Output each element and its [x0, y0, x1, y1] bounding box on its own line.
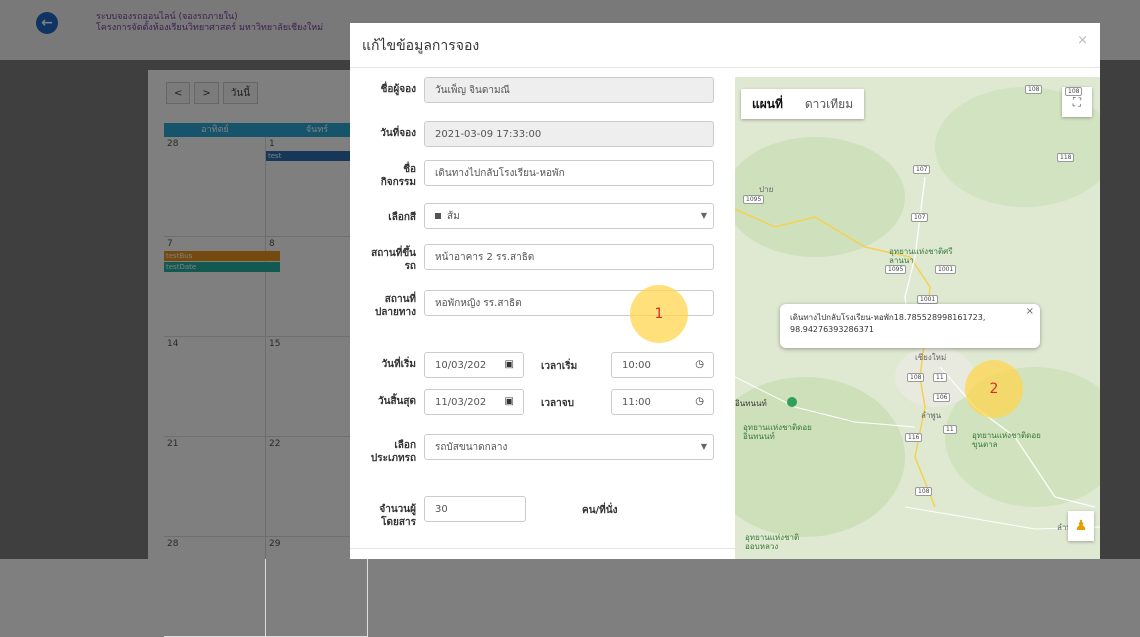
annotation-marker-2: 2: [965, 360, 1023, 418]
road-number: 1095: [885, 265, 907, 274]
map-tab-satellite[interactable]: ดาวเทียม: [794, 89, 864, 119]
road-number: 107: [911, 213, 929, 222]
map-place-label: อุทยานแห่งชาติดอยอินทนนท์: [743, 423, 812, 441]
booking-date-label: วันที่จอง: [380, 128, 416, 139]
start-date-value: 10/03/202: [435, 359, 487, 371]
map[interactable]: แผนที่ ดาวเทียม ⛶ อุทยานแห่งชาติศรีลานนา…: [735, 77, 1100, 559]
road-number: 11: [943, 425, 957, 434]
map-place-label: อุทยานแห่งชาติออบหลวง: [745, 533, 800, 551]
calendar-icon[interactable]: ▣: [505, 359, 514, 370]
road-number: 118: [1057, 153, 1075, 162]
color-swatch: [435, 213, 441, 219]
vehicle-label: เลือกประเภทรถ: [370, 440, 416, 464]
map-place-label: ลำพูน: [921, 411, 942, 420]
end-time-field[interactable]: 11:00 ◷: [611, 389, 714, 415]
color-label: เลือกสี: [388, 212, 416, 223]
clock-icon[interactable]: ◷: [695, 359, 704, 370]
color-select-value: ส้ม: [447, 210, 460, 222]
road-number: 1001: [917, 295, 939, 304]
booker-field[interactable]: วันเพ็ญ จินดามณี: [424, 77, 714, 103]
location-pin-icon[interactable]: [787, 397, 797, 407]
road-number: 108: [1065, 87, 1083, 96]
edit-booking-modal: แก้ไขข้อมูลการจอง × ชื่อผู้จอง วันเพ็ญ จ…: [350, 23, 1100, 559]
booking-date-field[interactable]: 2021-03-09 17:33:00: [424, 121, 714, 147]
passengers-unit: คน/ที่นั่ง: [582, 505, 618, 516]
start-date-label: วันที่เริ่ม: [381, 359, 416, 370]
annotation-marker-1: 1: [630, 285, 688, 343]
road-number: 106: [933, 393, 951, 402]
map-info-window: เดินทางไปกลับโรงเรียน-หอพัก18.7855289981…: [780, 304, 1040, 348]
map-place-label: อุทยานแห่งชาติศรีลานนา: [889, 247, 953, 265]
chevron-down-icon: ▼: [700, 442, 707, 451]
modal-title: แก้ไขข้อมูลการจอง: [362, 38, 480, 54]
calendar-icon[interactable]: ▣: [505, 396, 514, 407]
start-time-field[interactable]: 10:00 ◷: [611, 352, 714, 378]
color-select[interactable]: ส้ม ▼: [424, 203, 714, 229]
map-place-label: ปาย: [759, 185, 774, 194]
end-date-field[interactable]: 11/03/202 ▣: [424, 389, 524, 415]
end-date-label: วันสิ้นสุด: [378, 396, 416, 407]
form-divider: [350, 548, 735, 549]
passengers-field[interactable]: 30: [424, 496, 526, 522]
start-date-field[interactable]: 10/03/202 ▣: [424, 352, 524, 378]
map-place-label: อินทนนท์: [735, 399, 767, 408]
map-tab-map[interactable]: แผนที่: [741, 89, 794, 119]
road-number: 1001: [935, 265, 957, 274]
map-place-label: อุทยานแห่งชาติดอยขุนตาล: [972, 431, 1041, 449]
map-type-tabs: แผนที่ ดาวเทียม: [741, 89, 865, 119]
modal-divider: [350, 67, 1100, 68]
close-icon[interactable]: ×: [1026, 306, 1034, 318]
chevron-down-icon: ▼: [700, 211, 707, 220]
activity-field[interactable]: เดินทางไปกลับโรงเรียน-หอพัก: [424, 160, 714, 186]
activity-label: ชื่อกิจกรรม: [380, 164, 416, 188]
road-number: 11: [933, 373, 947, 382]
start-time-label: เวลาเริ่ม: [541, 361, 578, 372]
map-info-text: เดินทางไปกลับโรงเรียน-หอพัก18.7855289981…: [790, 313, 986, 334]
road-number: 108: [915, 487, 933, 496]
passengers-label: จำนวนผู้โดยสาร: [379, 504, 416, 528]
pickup-field[interactable]: หน้าอาคาร 2 รร.สาธิต: [424, 244, 714, 270]
booker-label: ชื่อผู้จอง: [380, 84, 416, 95]
close-icon[interactable]: ×: [1077, 33, 1088, 48]
map-place-label: เชียงใหม่: [915, 353, 947, 362]
road-number: 107: [913, 165, 931, 174]
street-view-pegman-icon[interactable]: ♟: [1068, 511, 1094, 541]
clock-icon[interactable]: ◷: [695, 396, 704, 407]
destination-label: สถานที่ปลายทาง: [374, 294, 416, 318]
end-date-value: 11/03/202: [435, 396, 487, 408]
vehicle-select[interactable]: รถบัสขนาดกลาง ▼: [424, 434, 714, 460]
vehicle-select-value: รถบัสขนาดกลาง: [435, 441, 508, 453]
road-number: 108: [1025, 85, 1043, 94]
pickup-label: สถานที่ขึ้นรถ: [371, 248, 416, 272]
start-time-value: 10:00: [622, 359, 651, 371]
end-time-label: เวลาจบ: [541, 398, 574, 409]
road-number: 116: [905, 433, 923, 442]
road-number: 1095: [743, 195, 765, 204]
end-time-value: 11:00: [622, 396, 651, 408]
road-number: 108: [907, 373, 925, 382]
